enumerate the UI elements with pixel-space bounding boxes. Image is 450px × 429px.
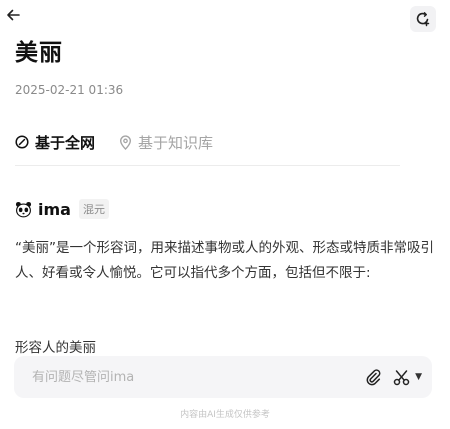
caret-down-icon[interactable]: ▼	[415, 372, 422, 382]
page-title: 美丽	[15, 40, 63, 66]
scissors-button[interactable]	[391, 367, 411, 387]
tab-web-label: 基于全网	[35, 133, 96, 152]
location-pin-icon	[120, 134, 132, 150]
timestamp: 2025-02-21 01:36	[15, 83, 124, 97]
tab-web[interactable]: 基于全网	[15, 130, 95, 154]
panda-icon	[15, 201, 32, 217]
answer-subheading: 形容人的美丽	[15, 340, 96, 356]
arrow-left-icon	[7, 9, 20, 21]
compass-icon	[15, 135, 29, 149]
model-badge: 混元	[78, 199, 109, 219]
scissors-icon	[393, 369, 409, 385]
new-chat-button[interactable]	[410, 6, 436, 32]
source-tabs: 基于全网 基于知识库	[15, 130, 400, 166]
chat-input[interactable]	[32, 369, 356, 385]
ai-disclaimer: 内容由AI生成仅供参考	[180, 410, 270, 420]
chat-input-bar: ▼	[14, 356, 432, 398]
paperclip-icon	[366, 369, 381, 386]
answer-paragraph: “美丽”是一个形容词，用来描述事物或人的外观、形态或特质非常吸引人、好看或令人愉…	[15, 240, 434, 281]
tab-knowledge-base[interactable]: 基于知识库	[119, 130, 213, 154]
source-name: ima	[38, 199, 71, 219]
tab-knowledge-base-label: 基于知识库	[138, 133, 214, 152]
back-button[interactable]	[4, 6, 22, 24]
attach-button[interactable]	[363, 367, 383, 387]
refresh-plus-icon	[416, 12, 430, 27]
answer-source: ima 混元	[15, 199, 109, 219]
